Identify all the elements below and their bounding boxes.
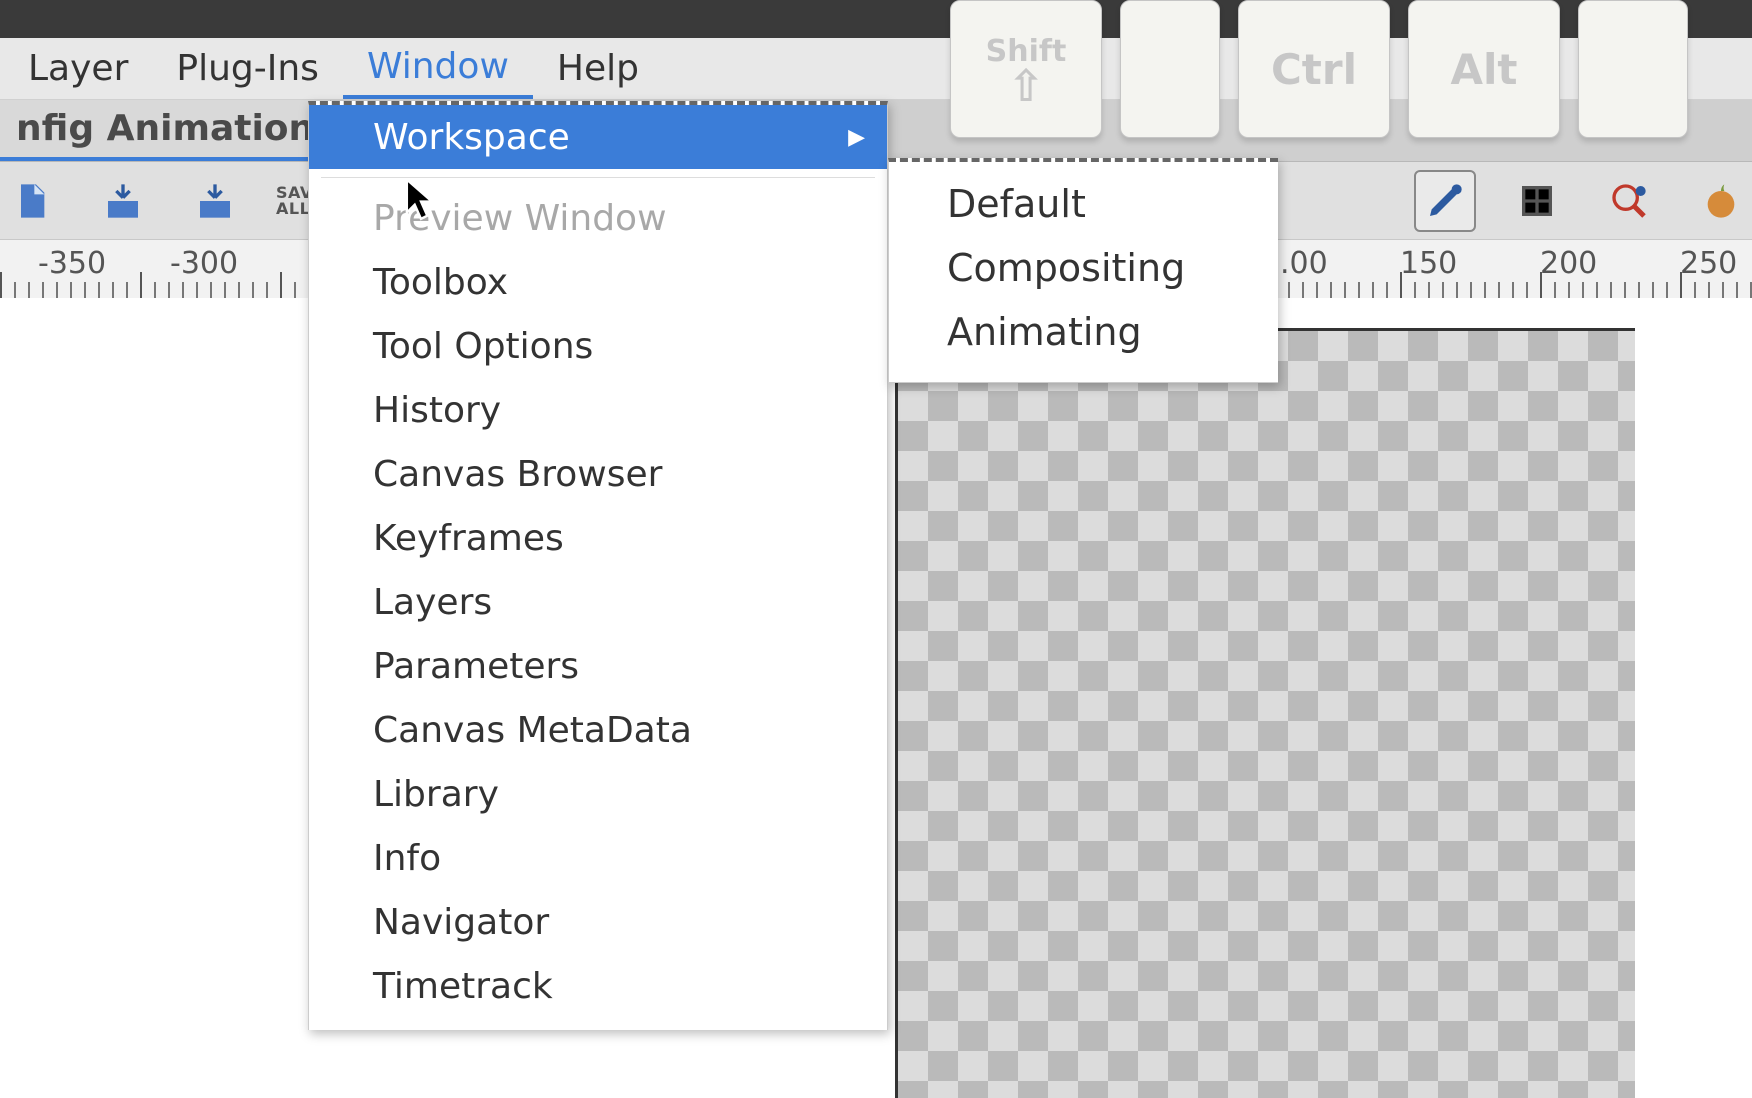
menu-help[interactable]: Help xyxy=(533,38,663,99)
workspace-submenu: Default Compositing Animating xyxy=(888,158,1278,383)
tab-active-document[interactable]: nfig Animation xyxy=(0,100,331,161)
menu-item-layers[interactable]: Layers xyxy=(309,570,887,634)
menu-item-toolbox[interactable]: Toolbox xyxy=(309,250,887,314)
menu-item-tool-options[interactable]: Tool Options xyxy=(309,314,887,378)
menu-item-preview-window[interactable]: Preview Window xyxy=(309,186,887,250)
pencil-tool-icon[interactable] xyxy=(1414,170,1476,232)
menu-layer[interactable]: Layer xyxy=(4,38,152,99)
chevron-right-icon: ▶ xyxy=(848,125,865,150)
onion-skin-icon[interactable] xyxy=(1690,170,1752,232)
grid-icon[interactable] xyxy=(1506,170,1568,232)
menu-separator xyxy=(321,177,875,178)
menu-item-parameters[interactable]: Parameters xyxy=(309,634,887,698)
menu-item-history[interactable]: History xyxy=(309,378,887,442)
shift-keycap: Shift ⇧ xyxy=(950,0,1102,138)
blank-keycap-2 xyxy=(1578,0,1688,138)
menu-item-canvas-metadata[interactable]: Canvas MetaData xyxy=(309,698,887,762)
alt-keycap: Alt xyxy=(1408,0,1560,138)
file-icon[interactable] xyxy=(0,170,62,232)
blank-keycap xyxy=(1120,0,1220,138)
submenu-item-compositing[interactable]: Compositing xyxy=(889,236,1278,300)
window-menu-dropdown: Workspace ▶ Preview Window Toolbox Tool … xyxy=(308,101,888,1030)
menu-item-canvas-browser[interactable]: Canvas Browser xyxy=(309,442,887,506)
ctrl-keycap: Ctrl xyxy=(1238,0,1390,138)
menu-item-info[interactable]: Info xyxy=(309,826,887,890)
save-download-icon[interactable] xyxy=(92,170,154,232)
menu-plugins[interactable]: Plug-Ins xyxy=(152,38,343,99)
menu-item-navigator[interactable]: Navigator xyxy=(309,890,887,954)
snap-icon[interactable] xyxy=(1598,170,1660,232)
menu-item-workspace[interactable]: Workspace ▶ xyxy=(309,105,887,169)
canvas-checkerboard xyxy=(895,328,1635,1098)
modifier-keycaps: Shift ⇧ Ctrl Alt xyxy=(950,0,1688,138)
submenu-item-animating[interactable]: Animating xyxy=(889,300,1278,364)
save-download-icon-2[interactable] xyxy=(184,170,246,232)
menu-item-library[interactable]: Library xyxy=(309,762,887,826)
menu-window[interactable]: Window xyxy=(343,38,533,99)
menu-item-keyframes[interactable]: Keyframes xyxy=(309,506,887,570)
submenu-item-default[interactable]: Default xyxy=(889,172,1278,236)
menu-item-timetrack[interactable]: Timetrack xyxy=(309,954,887,1018)
